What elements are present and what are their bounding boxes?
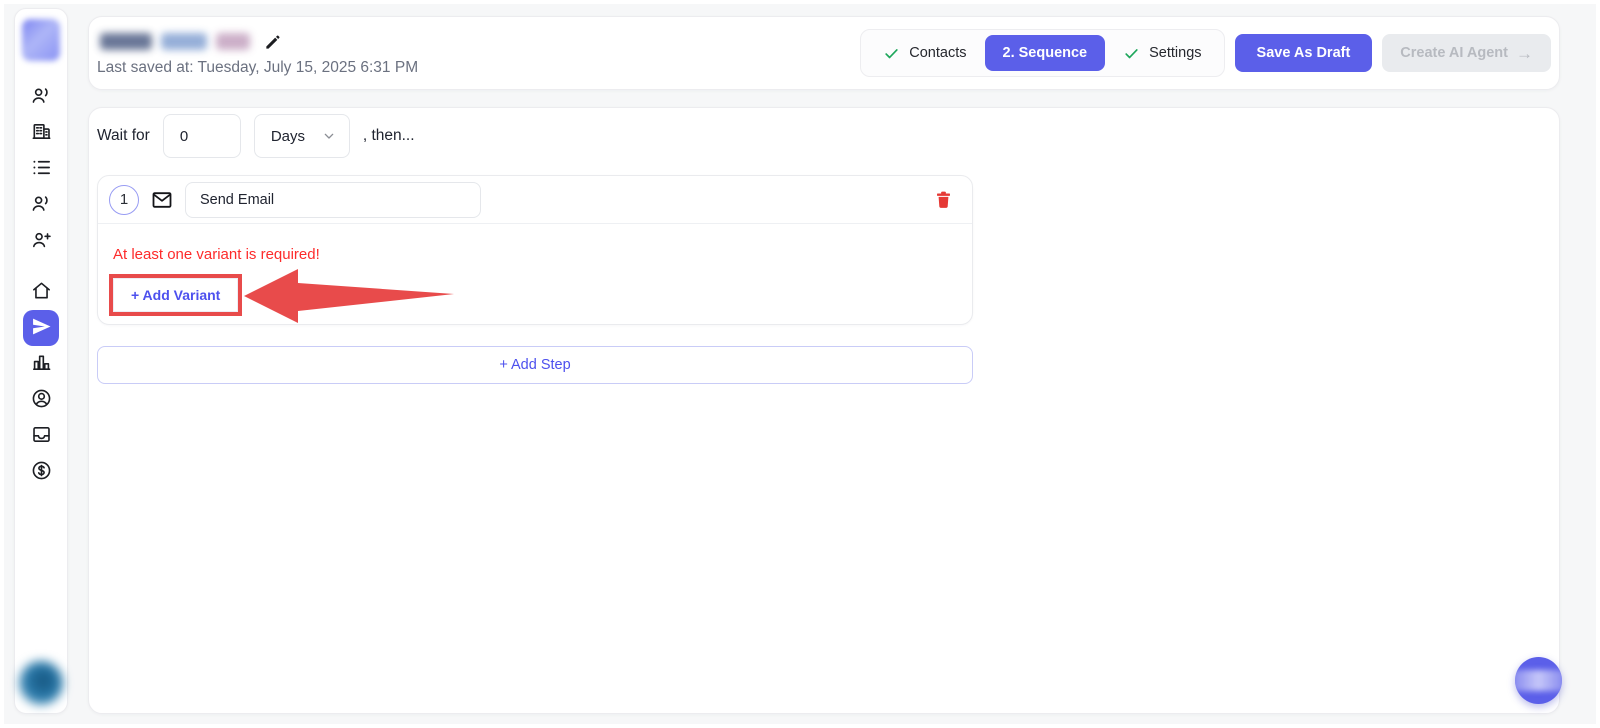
campaign-title-block: Last saved at: Tuesday, July 15, 2025 6:…: [89, 30, 418, 77]
step-body: At least one variant is required! + Add …: [98, 224, 972, 316]
create-ai-agent-button[interactable]: Create AI Agent →: [1382, 34, 1551, 72]
wait-unit-select[interactable]: Days: [254, 114, 350, 158]
sidebar-nav-top: [23, 79, 59, 259]
tab-label: 2. Sequence: [1003, 45, 1088, 61]
sidebar-item-add-person[interactable]: [23, 223, 59, 259]
arrow-right-icon: →: [1516, 45, 1533, 62]
bar-chart-icon: [30, 351, 53, 377]
sidebar-item-home[interactable]: [23, 274, 59, 310]
floating-widget-button[interactable]: [1515, 657, 1562, 704]
check-icon: [1123, 45, 1140, 62]
wait-for-label: Wait for: [97, 127, 150, 145]
billing-dollar-icon: [30, 459, 53, 485]
wait-delay-row: Wait for Days , then...: [97, 114, 415, 158]
send-icon: [30, 315, 53, 341]
tab-sequence[interactable]: 2. Sequence: [985, 35, 1106, 71]
list-icon: [30, 156, 53, 182]
workspace-avatar-blurred: [19, 661, 63, 705]
sidebar-item-people[interactable]: [23, 187, 59, 223]
check-icon: [883, 45, 900, 62]
users-icon: [30, 192, 53, 218]
redacted-campaign-name: [100, 33, 152, 50]
tab-label: Contacts: [909, 45, 966, 61]
sidebar: [14, 8, 68, 714]
redacted-campaign-name: [216, 33, 250, 50]
then-label: , then...: [363, 127, 415, 145]
person-add-icon: [30, 228, 53, 254]
sequence-step-card: 1 At least one variant is required! + Ad…: [97, 175, 973, 325]
last-saved-timestamp: Last saved at: Tuesday, July 15, 2025 6:…: [97, 59, 418, 77]
users-icon: [30, 84, 53, 110]
trash-icon: [933, 189, 954, 210]
step-action-input[interactable]: [185, 182, 481, 218]
inbox-icon: [30, 423, 53, 449]
sidebar-item-billing[interactable]: [23, 454, 59, 490]
home-icon: [30, 279, 53, 305]
step-number-badge: 1: [109, 185, 139, 215]
sidebar-item-analytics[interactable]: [23, 346, 59, 382]
add-variant-button[interactable]: + Add Variant: [113, 278, 238, 312]
campaign-title-row: [100, 32, 418, 52]
variant-required-error: At least one variant is required!: [113, 246, 957, 263]
chevron-down-icon: [321, 128, 337, 144]
redacted-campaign-name: [161, 33, 207, 50]
company-building-icon: [30, 120, 53, 146]
sidebar-nav-bottom: [23, 274, 59, 490]
tab-contacts[interactable]: Contacts: [867, 35, 982, 71]
header-actions: Contacts 2. Sequence Settings Save As Dr…: [860, 29, 1559, 77]
save-as-draft-button[interactable]: Save As Draft: [1235, 34, 1373, 72]
step-header: 1: [98, 176, 972, 224]
sidebar-item-account[interactable]: [23, 382, 59, 418]
campaign-header: Last saved at: Tuesday, July 15, 2025 6:…: [88, 16, 1560, 90]
app-screen: Last saved at: Tuesday, July 15, 2025 6:…: [0, 0, 1600, 728]
account-circle-icon: [30, 387, 53, 413]
sequence-canvas: Wait for Days , then... 1 At least one v…: [88, 107, 1560, 714]
email-envelope-icon: [150, 188, 174, 212]
create-ai-agent-label: Create AI Agent: [1400, 45, 1508, 61]
annotation-highlight-box: + Add Variant: [109, 274, 242, 316]
wait-value-input[interactable]: [163, 114, 241, 158]
sidebar-item-campaigns[interactable]: [23, 310, 59, 346]
edit-pencil-icon[interactable]: [263, 32, 283, 52]
wait-unit-value: Days: [271, 128, 305, 145]
sidebar-item-companies[interactable]: [23, 115, 59, 151]
blurred-widget-content: [1515, 670, 1562, 691]
tab-label: Settings: [1149, 45, 1201, 61]
tab-settings[interactable]: Settings: [1107, 35, 1217, 71]
sidebar-item-lists[interactable]: [23, 151, 59, 187]
sidebar-item-inbox[interactable]: [23, 418, 59, 454]
app-logo-blurred: [22, 19, 60, 61]
delete-step-button[interactable]: [930, 187, 956, 213]
add-step-button[interactable]: + Add Step: [97, 346, 973, 384]
wizard-step-tabs: Contacts 2. Sequence Settings: [860, 29, 1224, 77]
sidebar-item-contacts[interactable]: [23, 79, 59, 115]
